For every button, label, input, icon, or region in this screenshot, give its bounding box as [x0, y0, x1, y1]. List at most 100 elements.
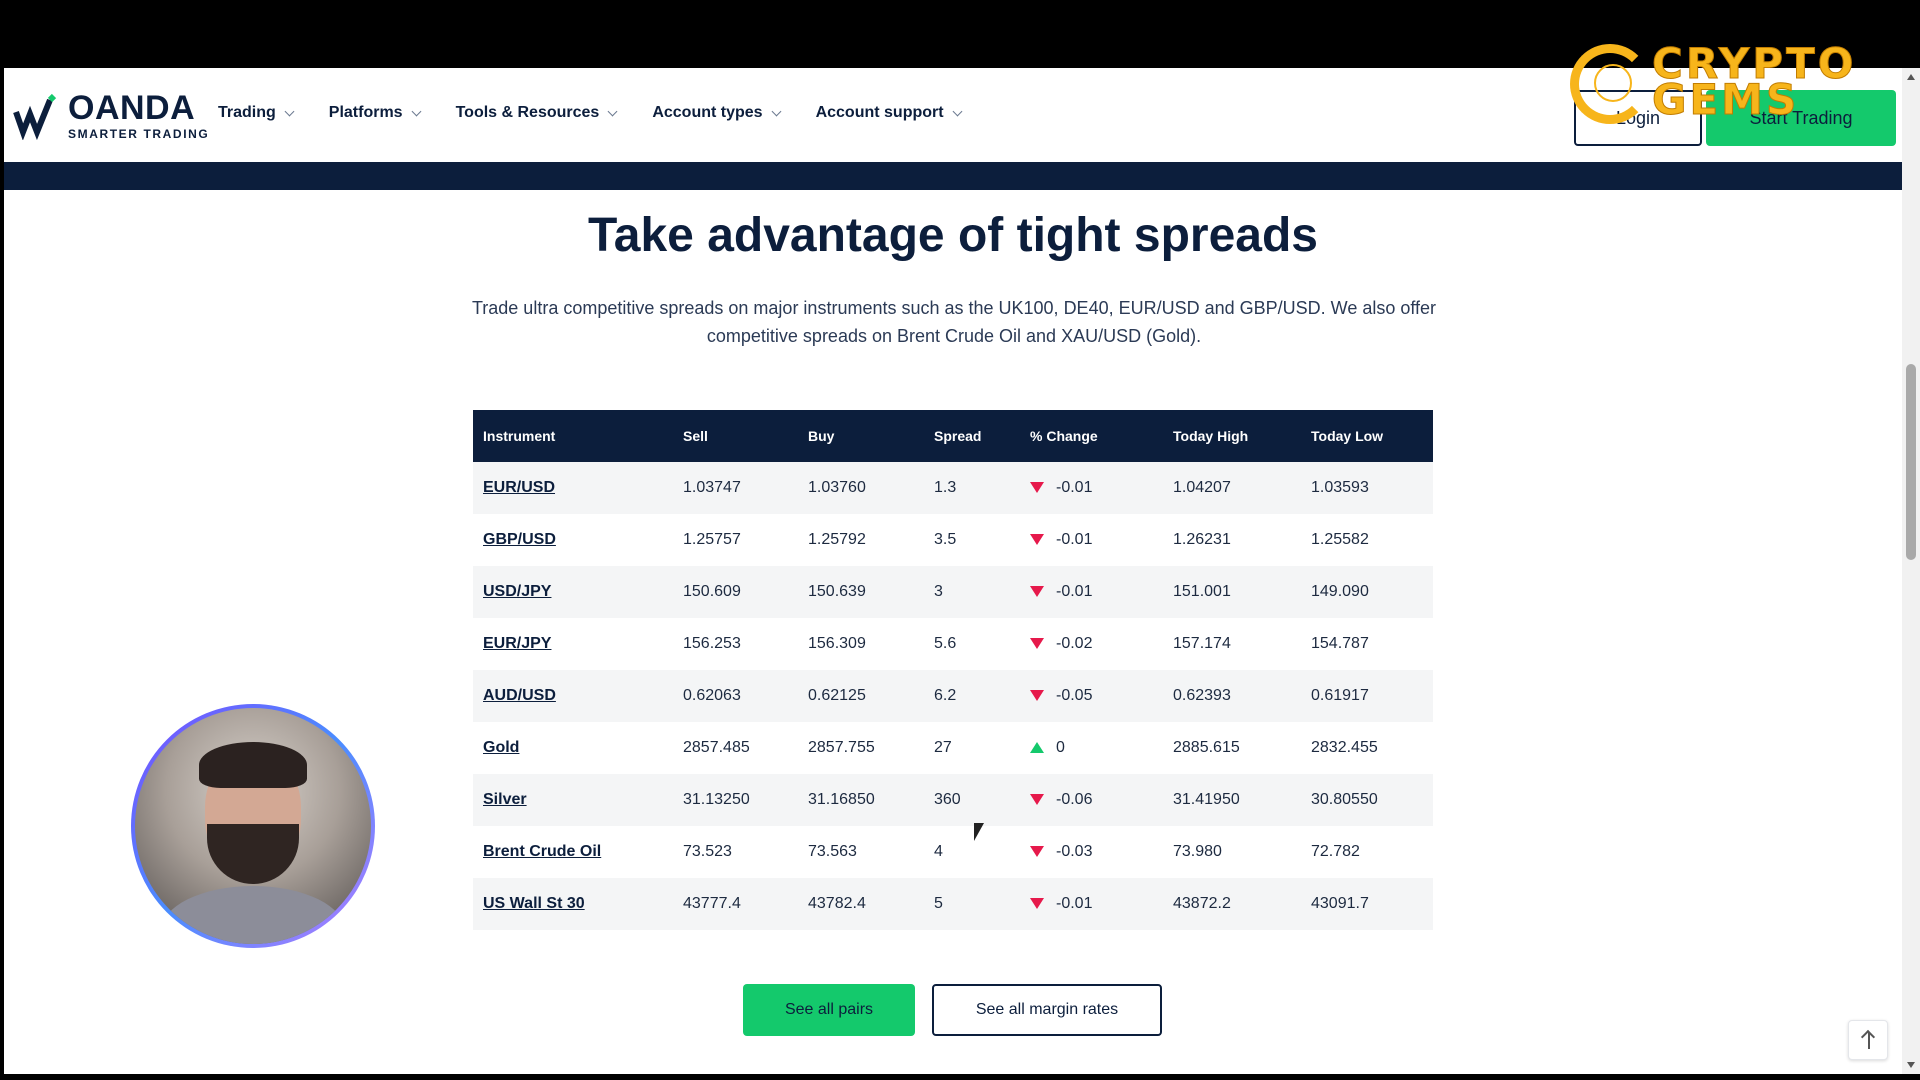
column-header-buy: Buy: [798, 410, 924, 462]
mouse-cursor-icon: [974, 823, 984, 841]
see-all-margin-rates-button[interactable]: See all margin rates: [932, 984, 1162, 1036]
scroll-to-top-button[interactable]: [1848, 1020, 1888, 1060]
watermark-text: CRYPTO GEMS: [1651, 39, 1857, 124]
today-low-value: 30.80550: [1301, 774, 1433, 826]
table-row: EUR/USD 1.03747 1.03760 1.3 -0.01 1.0420…: [473, 462, 1433, 514]
change-value: -0.01: [1056, 531, 1093, 548]
today-high-value: 157.174: [1163, 618, 1301, 670]
spread-value: 27: [924, 722, 1020, 774]
scrollbar-thumb[interactable]: [1906, 364, 1916, 560]
buy-value: 2857.755: [798, 722, 924, 774]
down-arrow-icon: [1030, 846, 1044, 858]
buy-value: 0.62125: [798, 670, 924, 722]
nav-item-platforms[interactable]: Platforms: [328, 104, 422, 122]
buy-value: 1.03760: [798, 462, 924, 514]
nav-item-tools-resources[interactable]: Tools & Resources: [455, 104, 618, 122]
scroll-up-arrow-icon[interactable]: [1907, 74, 1915, 80]
down-arrow-icon: [1030, 586, 1044, 598]
instrument-link[interactable]: Gold: [483, 739, 519, 756]
scroll-down-arrow-icon[interactable]: [1907, 1062, 1915, 1068]
table-row: EUR/JPY 156.253 156.309 5.6 -0.02 157.17…: [473, 618, 1433, 670]
spread-value: 6.2: [924, 670, 1020, 722]
instrument-link[interactable]: Brent Crude Oil: [483, 843, 601, 860]
instrument-link[interactable]: AUD/USD: [483, 687, 556, 704]
today-low-value: 1.25582: [1301, 514, 1433, 566]
spread-value: 3: [924, 566, 1020, 618]
today-low-value: 1.03593: [1301, 462, 1433, 514]
up-arrow-icon: [1030, 742, 1044, 754]
today-high-value: 151.001: [1163, 566, 1301, 618]
chevron-down-icon: [771, 106, 782, 116]
today-high-value: 0.62393: [1163, 670, 1301, 722]
today-high-value: 2885.615: [1163, 722, 1301, 774]
table-row: US Wall St 30 43777.4 43782.4 5 -0.01 43…: [473, 878, 1433, 930]
table-row: GBP/USD 1.25757 1.25792 3.5 -0.01 1.2623…: [473, 514, 1433, 566]
chevron-down-icon: [952, 106, 963, 116]
sell-value: 1.25757: [673, 514, 798, 566]
browser-viewport: OANDA SMARTER TRADING Trading Platforms …: [4, 68, 1902, 1074]
sell-value: 150.609: [673, 566, 798, 618]
down-arrow-icon: [1030, 534, 1044, 546]
buy-value: 73.563: [798, 826, 924, 878]
nav-item-account-support[interactable]: Account support: [815, 104, 963, 122]
down-arrow-icon: [1030, 794, 1044, 806]
change-value: -0.01: [1056, 583, 1093, 600]
today-low-value: 72.782: [1301, 826, 1433, 878]
table-row: Silver 31.13250 31.16850 360 -0.06 31.41…: [473, 774, 1433, 826]
browser-scrollbar[interactable]: [1902, 68, 1920, 1074]
today-low-value: 43091.7: [1301, 878, 1433, 930]
sell-value: 43777.4: [673, 878, 798, 930]
oanda-logo-icon: [13, 93, 57, 140]
instrument-link[interactable]: GBP/USD: [483, 531, 556, 548]
main-nav: Trading Platforms Tools & Resources Acco…: [218, 104, 997, 122]
logo-tagline: SMARTER TRADING: [68, 127, 210, 141]
instrument-link[interactable]: EUR/JPY: [483, 635, 551, 652]
sell-value: 1.03747: [673, 462, 798, 514]
presenter-video: [135, 708, 371, 944]
down-arrow-icon: [1030, 690, 1044, 702]
sell-value: 0.62063: [673, 670, 798, 722]
spreads-table: Instrument Sell Buy Spread % Change Toda…: [473, 410, 1433, 930]
down-arrow-icon: [1030, 482, 1044, 494]
spread-value: 1.3: [924, 462, 1020, 514]
today-high-value: 1.04207: [1163, 462, 1301, 514]
nav-item-account-types[interactable]: Account types: [652, 104, 782, 122]
today-high-value: 73.980: [1163, 826, 1301, 878]
nav-item-label: Account support: [815, 104, 944, 121]
buy-value: 150.639: [798, 566, 924, 618]
buy-value: 43782.4: [798, 878, 924, 930]
header-divider-strip: [4, 162, 1902, 190]
page-description: Trade ultra competitive spreads on major…: [471, 298, 1437, 346]
screen-bottom-bar: [0, 1074, 1920, 1080]
oanda-logo[interactable]: OANDA SMARTER TRADING: [12, 90, 209, 142]
change-value: -0.03: [1056, 843, 1093, 860]
column-header-today-low: Today Low: [1301, 410, 1433, 462]
table-header-row: Instrument Sell Buy Spread % Change Toda…: [473, 410, 1433, 462]
down-arrow-icon: [1030, 638, 1044, 650]
table-row: USD/JPY 150.609 150.639 3 -0.01 151.001 …: [473, 566, 1433, 618]
nav-item-label: Trading: [218, 104, 276, 121]
instrument-link[interactable]: EUR/USD: [483, 479, 555, 496]
sell-value: 156.253: [673, 618, 798, 670]
spread-value: 5.6: [924, 618, 1020, 670]
sell-value: 73.523: [673, 826, 798, 878]
spread-value: 5: [924, 878, 1020, 930]
buy-value: 1.25792: [798, 514, 924, 566]
crypto-gems-watermark: CRYPTO GEMS: [1566, 40, 1886, 136]
instrument-link[interactable]: USD/JPY: [483, 583, 551, 600]
nav-item-label: Platforms: [328, 104, 403, 121]
instrument-link[interactable]: Silver: [483, 791, 527, 808]
nav-item-label: Tools & Resources: [455, 104, 600, 121]
spread-value: 360: [924, 774, 1020, 826]
spread-value: 3.5: [924, 514, 1020, 566]
nav-item-trading[interactable]: Trading: [218, 104, 295, 122]
column-header-change: % Change: [1020, 410, 1163, 462]
chevron-down-icon: [284, 106, 295, 116]
column-header-spread: Spread: [924, 410, 1020, 462]
buy-value: 31.16850: [798, 774, 924, 826]
table-row: Gold 2857.485 2857.755 27 0 2885.615 283…: [473, 722, 1433, 774]
see-all-pairs-button[interactable]: See all pairs: [743, 984, 915, 1036]
instrument-link[interactable]: US Wall St 30: [483, 895, 585, 912]
today-high-value: 1.26231: [1163, 514, 1301, 566]
change-value: -0.02: [1056, 635, 1093, 652]
